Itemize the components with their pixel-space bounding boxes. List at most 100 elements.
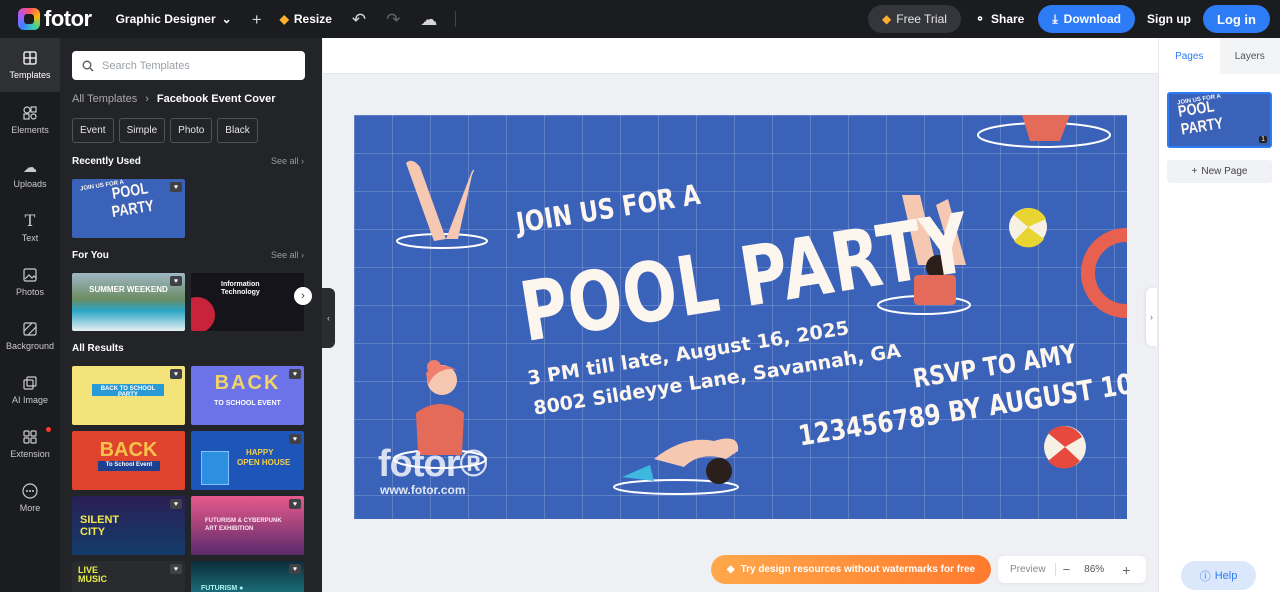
chip-event[interactable]: Event: [72, 118, 114, 143]
thumb-text: OPEN HOUSE: [237, 458, 291, 467]
free-trial-button[interactable]: ◆ Free Trial: [868, 5, 961, 33]
rail-label: Text: [21, 233, 39, 243]
page-thumbnail-1[interactable]: JOIN US FOR A POOL PARTY 1: [1167, 92, 1272, 148]
rail-item-text[interactable]: T Text: [0, 201, 60, 255]
design-type-label: Graphic Designer: [115, 12, 216, 26]
new-page-button[interactable]: + New Page: [1167, 160, 1272, 183]
heart-icon[interactable]: ♥: [170, 499, 182, 509]
template-thumb-silent-city[interactable]: SILENT CITY ♥: [72, 496, 185, 555]
heart-icon[interactable]: ♥: [289, 369, 301, 379]
plus-icon[interactable]: +: [252, 11, 262, 28]
design-canvas[interactable]: JOIN US FOR A POOL PARTY 3 PM till late,…: [354, 115, 1127, 519]
decor-building: [201, 451, 229, 485]
for-you-heading: For You: [72, 250, 109, 261]
see-all-for-you-link[interactable]: See all ›: [271, 250, 304, 260]
heart-icon[interactable]: ♥: [289, 499, 301, 509]
new-page-label: New Page: [1201, 166, 1248, 177]
tab-layers[interactable]: Layers: [1219, 38, 1280, 74]
rail-item-elements[interactable]: Elements: [0, 93, 60, 147]
template-thumb-back-to-school-red[interactable]: BACK To School Event: [72, 431, 185, 490]
canvas-toolbar-strip: [323, 38, 1158, 74]
plus-icon: +: [1191, 166, 1198, 177]
template-thumb-information-technology[interactable]: Information Technology: [191, 273, 304, 331]
template-thumb-back-to-school-party[interactable]: BACK TO SCHOOL PARTY ♥: [72, 366, 185, 425]
heart-icon[interactable]: ♥: [170, 564, 182, 574]
canvas-area: JOIN US FOR A POOL PARTY 3 PM till late,…: [323, 38, 1158, 592]
heart-icon[interactable]: ♥: [170, 276, 182, 286]
heart-icon[interactable]: ♥: [289, 564, 301, 574]
breadcrumb-all-templates[interactable]: All Templates: [72, 93, 137, 105]
cloud-save-icon[interactable]: ☁: [420, 11, 437, 28]
zoom-out-icon[interactable]: −: [1063, 562, 1071, 577]
promo-label: Try design resources without watermarks …: [740, 564, 976, 575]
heart-icon[interactable]: ♥: [170, 182, 182, 192]
search-box[interactable]: [72, 51, 305, 80]
chip-photo[interactable]: Photo: [170, 118, 213, 143]
templates-icon: [22, 50, 38, 66]
rail-item-ai-image[interactable]: AI Image: [0, 363, 60, 417]
decor-circle: [191, 297, 215, 331]
template-thumb-futurism-grid[interactable]: FUTURISM ● ♥: [191, 561, 304, 592]
zoom-level[interactable]: 86%: [1084, 564, 1104, 575]
template-thumb-back-to-school-event[interactable]: BACK TO SCHOOL EVENT ♥: [191, 366, 304, 425]
carousel-next-button[interactable]: ›: [294, 287, 312, 305]
rail-item-extension[interactable]: Extension: [0, 417, 60, 471]
help-icon: ⓘ: [1199, 570, 1211, 583]
breadcrumb: All Templates › Facebook Event Cover: [72, 93, 275, 105]
template-thumb-live-music[interactable]: LIVE MUSIC ♥: [72, 561, 185, 592]
share-label: Share: [991, 12, 1025, 26]
watermark-url: www.fotor.com: [380, 483, 466, 497]
thumb-text: HAPPY: [246, 448, 274, 457]
download-button[interactable]: ⤓ Download: [1038, 5, 1135, 33]
thumb-text: BACK TO SCHOOL PARTY: [100, 386, 156, 398]
tab-pages[interactable]: Pages: [1159, 38, 1220, 74]
sign-up-link[interactable]: Sign up: [1147, 12, 1191, 26]
expand-right-panel-button[interactable]: ›: [1146, 288, 1157, 346]
help-button[interactable]: ⓘ Help: [1181, 561, 1256, 590]
zoom-in-icon[interactable]: +: [1122, 562, 1130, 578]
log-in-button[interactable]: Log in: [1203, 5, 1270, 33]
rail-item-photos[interactable]: Photos: [0, 255, 60, 309]
search-input[interactable]: [102, 59, 292, 72]
rail-item-templates[interactable]: Templates: [0, 38, 60, 92]
uploads-icon: ☁: [23, 159, 37, 175]
chip-simple[interactable]: Simple: [118, 118, 166, 143]
resize-button[interactable]: ◆ Resize: [280, 12, 332, 26]
template-thumb-happy-open-house[interactable]: HAPPY OPEN HOUSE ♥: [191, 431, 304, 490]
rail-item-background[interactable]: Background: [0, 309, 60, 363]
see-all-recent-link[interactable]: See all ›: [271, 156, 304, 166]
thumb-text: FUTURISM & CYBERPUNK: [205, 518, 282, 524]
template-thumb-pool-party[interactable]: JOIN US FOR A POOL PARTY ♥: [72, 179, 185, 238]
rail-item-uploads[interactable]: ☁ Uploads: [0, 147, 60, 201]
watermark-free-promo-button[interactable]: ◆ Try design resources without watermark…: [711, 555, 991, 584]
pages-panel: Pages Layers JOIN US FOR A POOL PARTY 1 …: [1158, 38, 1280, 592]
search-icon: [82, 60, 94, 71]
design-type-dropdown[interactable]: Graphic Designer ⌄: [116, 12, 232, 26]
share-button[interactable]: ⚬ Share: [975, 12, 1024, 26]
redo-icon[interactable]: ↷: [386, 11, 400, 28]
rail-item-more[interactable]: More: [0, 471, 60, 525]
rail-label: Elements: [11, 125, 49, 135]
thumb-text: SUMMER WEEKEND: [89, 285, 168, 294]
template-thumb-summer-weekend[interactable]: SUMMER WEEKEND ♥: [72, 273, 185, 331]
page-number-badge: 1: [1259, 136, 1267, 143]
download-icon: ⤓: [1052, 11, 1058, 26]
preview-button[interactable]: Preview: [1010, 564, 1046, 575]
chevron-down-icon: ⌄: [221, 12, 232, 26]
fotor-logo[interactable]: fotor: [18, 6, 92, 32]
heart-icon[interactable]: ♥: [289, 434, 301, 444]
photos-icon: [22, 267, 38, 283]
swimmer-leg: [446, 169, 474, 239]
rail-label: Templates: [9, 70, 51, 80]
swimmer-hair: [706, 458, 732, 484]
undo-icon[interactable]: ↶: [352, 11, 366, 28]
text-icon: T: [24, 211, 36, 230]
chevron-right-icon: ›: [145, 93, 149, 105]
tool-rail: Templates Elements ☁ Uploads T Text Phot…: [0, 38, 60, 592]
heart-icon[interactable]: ♥: [170, 369, 182, 379]
more-icon: [22, 483, 38, 499]
rail-label: Uploads: [13, 179, 47, 189]
chip-black[interactable]: Black: [217, 118, 258, 143]
collapse-panel-button[interactable]: ‹: [322, 288, 335, 348]
template-thumb-futurism-cyberpunk[interactable]: FUTURISM & CYBERPUNK ART EXHIBITION ♥: [191, 496, 304, 555]
